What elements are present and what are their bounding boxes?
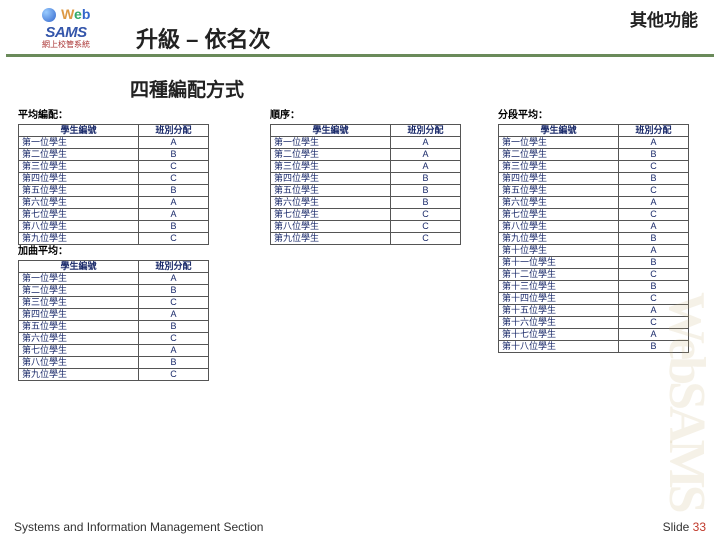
table-row: 第八位學生B	[19, 220, 209, 232]
col-class: 班別分配	[139, 260, 209, 272]
table-row: 第十四位學生C	[499, 292, 689, 304]
table-row: 第六位學生A	[499, 196, 689, 208]
footer-left: Systems and Information Management Secti…	[14, 520, 263, 534]
col-student: 學生編號	[19, 260, 139, 272]
header: Web SAMS 網上校管系統 升級 – 依名次	[0, 0, 720, 54]
footer: Systems and Information Management Secti…	[0, 520, 720, 534]
table-row: 第九位學生B	[499, 232, 689, 244]
table-row: 第八位學生B	[19, 356, 209, 368]
table-row: 第十五位學生A	[499, 304, 689, 316]
table-row: 第三位學生C	[499, 160, 689, 172]
table-segment: 學生編號班別分配 第一位學生A第二位學生B第三位學生C第四位學生B第五位學生C第…	[498, 124, 689, 353]
slide-number: Slide 33	[663, 520, 706, 534]
title-divider	[6, 54, 714, 57]
table-row: 第五位學生B	[19, 184, 209, 196]
col-student: 學生編號	[271, 124, 391, 136]
table-row: 第十一位學生B	[499, 256, 689, 268]
table-row: 第八位學生A	[499, 220, 689, 232]
table-row: 第九位學生C	[271, 232, 461, 244]
slide-title: 升級 – 依名次	[136, 22, 714, 54]
table-row: 第七位學生A	[19, 208, 209, 220]
table-row: 第七位學生A	[19, 344, 209, 356]
table-order-label: 順序：	[270, 110, 465, 122]
table-row: 第二位學生A	[271, 148, 461, 160]
table-row: 第四位學生B	[271, 172, 461, 184]
table-row: 第三位學生C	[19, 160, 209, 172]
logo-web-text: Web	[61, 6, 90, 22]
table-weighted-group: 加曲平均： 學生編號班別分配 第一位學生A第二位學生B第三位學生C第四位學生A第…	[18, 246, 213, 381]
table-row: 第五位學生C	[499, 184, 689, 196]
table-avg-group: 平均編配： 學生編號班別分配 第一位學生A第二位學生B第三位學生C第四位學生C第…	[18, 110, 213, 245]
slide-subtitle: 四種編配方式	[130, 75, 720, 102]
table-row: 第二位學生B	[499, 148, 689, 160]
table-avg: 學生編號班別分配 第一位學生A第二位學生B第三位學生C第四位學生C第五位學生B第…	[18, 124, 209, 245]
col-student: 學生編號	[19, 124, 139, 136]
table-row: 第五位學生B	[271, 184, 461, 196]
table-segment-label: 分段平均：	[498, 110, 693, 122]
table-row: 第三位學生C	[19, 296, 209, 308]
table-row: 第三位學生A	[271, 160, 461, 172]
table-weighted: 學生編號班別分配 第一位學生A第二位學生B第三位學生C第四位學生A第五位學生B第…	[18, 260, 209, 381]
table-row: 第五位學生B	[19, 320, 209, 332]
table-row: 第十六位學生C	[499, 316, 689, 328]
table-row: 第十三位學生B	[499, 280, 689, 292]
table-row: 第一位學生A	[19, 272, 209, 284]
table-row: 第十八位學生B	[499, 340, 689, 352]
table-row: 第六位學生B	[271, 196, 461, 208]
corner-label: 其他功能	[630, 6, 698, 31]
table-row: 第七位學生C	[271, 208, 461, 220]
table-row: 第二位學生B	[19, 284, 209, 296]
table-row: 第十位學生A	[499, 244, 689, 256]
table-avg-label: 平均編配：	[18, 110, 213, 122]
table-row: 第一位學生A	[19, 136, 209, 148]
table-row: 第九位學生C	[19, 232, 209, 244]
table-row: 第四位學生A	[19, 308, 209, 320]
col-class: 班別分配	[139, 124, 209, 136]
table-row: 第十二位學生C	[499, 268, 689, 280]
table-row: 第四位學生C	[19, 172, 209, 184]
table-row: 第十七位學生A	[499, 328, 689, 340]
globe-icon	[42, 8, 56, 22]
websams-logo: Web SAMS 網上校管系統	[6, 4, 126, 52]
col-class: 班別分配	[391, 124, 461, 136]
table-row: 第六位學生C	[19, 332, 209, 344]
col-class: 班別分配	[619, 124, 689, 136]
table-weighted-label: 加曲平均：	[18, 246, 213, 258]
table-row: 第八位學生C	[271, 220, 461, 232]
table-row: 第四位學生B	[499, 172, 689, 184]
table-order-group: 順序： 學生編號班別分配 第一位學生A第二位學生A第三位學生A第四位學生B第五位…	[270, 110, 465, 245]
table-row: 第一位學生A	[499, 136, 689, 148]
col-student: 學生編號	[499, 124, 619, 136]
table-row: 第一位學生A	[271, 136, 461, 148]
table-row: 第六位學生A	[19, 196, 209, 208]
table-row: 第九位學生C	[19, 368, 209, 380]
table-row: 第七位學生C	[499, 208, 689, 220]
table-order: 學生編號班別分配 第一位學生A第二位學生A第三位學生A第四位學生B第五位學生B第…	[270, 124, 461, 245]
table-segment-group: 分段平均： 學生編號班別分配 第一位學生A第二位學生B第三位學生C第四位學生B第…	[498, 110, 693, 353]
logo-subtitle: 網上校管系統	[42, 39, 90, 50]
table-row: 第二位學生B	[19, 148, 209, 160]
